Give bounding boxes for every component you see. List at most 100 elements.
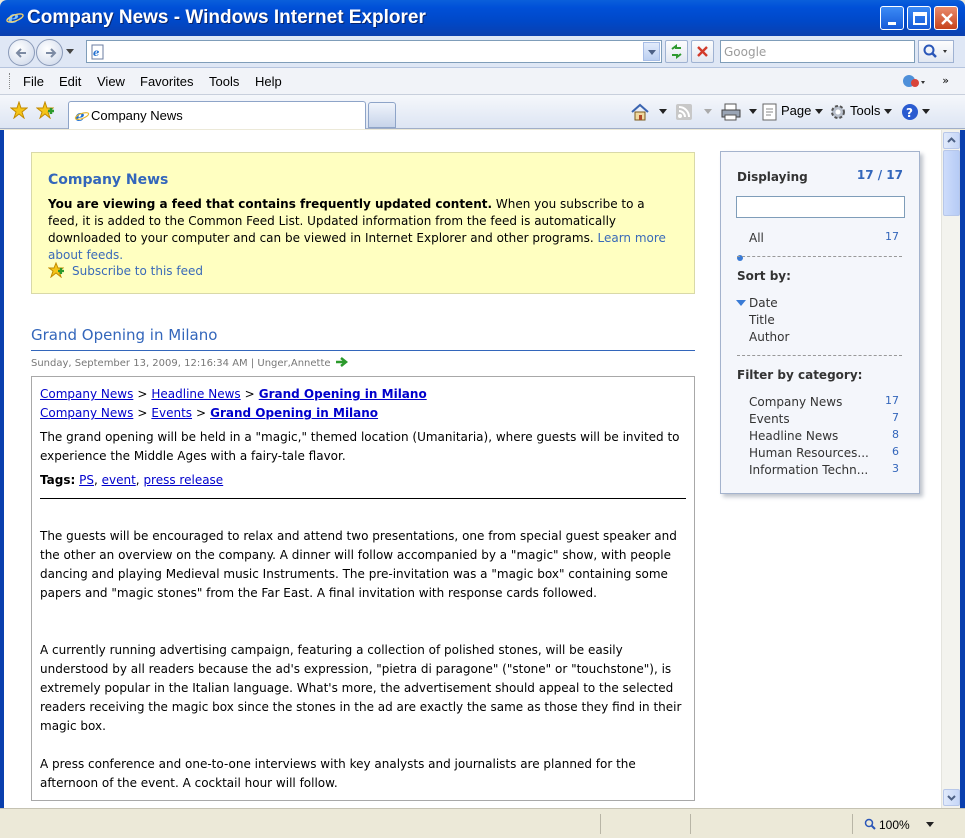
- feed-description-bold: You are viewing a feed that contains fre…: [48, 197, 492, 211]
- subscribe-link[interactable]: Subscribe to this feed: [72, 264, 203, 278]
- back-arrow-icon: [14, 45, 30, 61]
- tags-label: Tags:: [40, 473, 75, 487]
- svg-text:e: e: [93, 48, 99, 59]
- article-paragraph: A press conference and one-to-one interv…: [40, 755, 685, 793]
- ie-logo-icon: e: [6, 8, 24, 26]
- crumb-events[interactable]: Events: [151, 406, 192, 420]
- crumb-headline-news[interactable]: Headline News: [151, 387, 240, 401]
- crumb-article[interactable]: Grand Opening in Milano: [259, 387, 427, 401]
- article-title[interactable]: Grand Opening in Milano: [31, 326, 217, 344]
- close-window-button[interactable]: [934, 6, 958, 30]
- sort-date[interactable]: Date: [749, 296, 778, 310]
- forward-button[interactable]: [36, 39, 63, 66]
- menu-favorites[interactable]: Favorites: [140, 74, 193, 89]
- status-separator: [600, 814, 601, 834]
- tag-link[interactable]: PS: [79, 473, 94, 487]
- add-favorite-icon[interactable]: [36, 101, 54, 119]
- translate-icon[interactable]: [901, 72, 925, 90]
- vertical-scrollbar[interactable]: [941, 130, 960, 808]
- maximize-button[interactable]: [907, 6, 931, 30]
- category-company-news[interactable]: Company News: [749, 395, 869, 409]
- print-dropdown[interactable]: [749, 109, 757, 114]
- tag-link[interactable]: press release: [143, 473, 223, 487]
- filter-input[interactable]: [736, 196, 905, 218]
- divider: [737, 355, 902, 356]
- status-bar: 100%: [0, 808, 965, 838]
- tag-link[interactable]: event: [102, 473, 136, 487]
- feed-dropdown[interactable]: [704, 109, 712, 114]
- category-count: 17: [885, 394, 899, 407]
- scroll-down-button[interactable]: [943, 789, 960, 806]
- menu-view[interactable]: View: [97, 74, 125, 89]
- favorites-star-icon[interactable]: [10, 101, 28, 119]
- gear-icon: [829, 103, 847, 121]
- tab-company-news[interactable]: e Company News: [68, 101, 366, 129]
- tools-menu[interactable]: Tools: [850, 103, 892, 118]
- sort-title[interactable]: Title: [749, 313, 775, 327]
- article-body: Company News>Headline News>Grand Opening…: [31, 376, 695, 801]
- divider: [737, 256, 902, 257]
- stop-button[interactable]: [691, 40, 714, 63]
- window-title: Company News - Windows Internet Explorer: [27, 7, 426, 29]
- filter-all[interactable]: All: [749, 231, 764, 245]
- category-information-technology[interactable]: Information Techn...: [749, 463, 869, 477]
- category-count: 6: [892, 445, 899, 458]
- sort-author[interactable]: Author: [749, 330, 789, 344]
- chevron-down-icon: [944, 790, 959, 805]
- address-dropdown-button[interactable]: [643, 42, 660, 61]
- article-meta-text: Sunday, September 13, 2009, 12:16:34 AM …: [31, 358, 331, 369]
- menu-help[interactable]: Help: [255, 74, 282, 89]
- search-button[interactable]: [918, 40, 954, 63]
- page-icon: e: [90, 44, 106, 60]
- svg-text:e: e: [75, 107, 85, 123]
- help-dropdown[interactable]: [922, 109, 930, 114]
- more-chevron-icon[interactable]: »: [942, 74, 949, 87]
- tools-menu-label: Tools: [850, 103, 880, 118]
- crumb-company-news[interactable]: Company News: [40, 406, 133, 420]
- crumb-separator: >: [137, 387, 147, 401]
- menu-edit[interactable]: Edit: [59, 74, 81, 89]
- page-menu[interactable]: Page: [781, 103, 823, 118]
- subscribe-star-icon: [48, 262, 64, 278]
- feed-icon[interactable]: [676, 104, 692, 120]
- category-count: 8: [892, 428, 899, 441]
- menu-tools[interactable]: Tools: [209, 74, 239, 89]
- search-input[interactable]: Google: [720, 40, 915, 63]
- new-tab-button[interactable]: [368, 102, 396, 128]
- refresh-icon: [666, 41, 687, 62]
- go-arrow-icon[interactable]: [335, 356, 349, 368]
- status-separator: [852, 814, 853, 834]
- help-icon[interactable]: ?: [901, 103, 919, 121]
- scroll-thumb[interactable]: [943, 150, 960, 216]
- filter-all-count: 17: [885, 230, 899, 243]
- article-intro: The grand opening will be held in a "mag…: [40, 428, 685, 466]
- displaying-label: Displaying: [737, 170, 808, 184]
- zoom-icon: [864, 818, 876, 830]
- menu-bar: File Edit View Favorites Tools Help »: [0, 68, 965, 95]
- crumb-company-news[interactable]: Company News: [40, 387, 133, 401]
- address-input[interactable]: e: [86, 40, 662, 63]
- tools-menu-dropdown-icon: [884, 109, 892, 114]
- minimize-button[interactable]: [880, 6, 904, 30]
- recent-pages-dropdown[interactable]: [66, 49, 74, 54]
- refresh-button[interactable]: [665, 40, 688, 63]
- category-headline-news[interactable]: Headline News: [749, 429, 869, 443]
- home-dropdown[interactable]: [659, 109, 667, 114]
- print-icon[interactable]: [721, 103, 741, 121]
- scroll-up-button[interactable]: [943, 132, 960, 149]
- zoom-level[interactable]: 100%: [879, 818, 910, 832]
- category-events[interactable]: Events: [749, 412, 869, 426]
- subscribe-row: Subscribe to this feed: [48, 262, 203, 278]
- crumb-article[interactable]: Grand Opening in Milano: [210, 406, 378, 420]
- search-icon: [919, 41, 953, 62]
- sort-by-label: Sort by:: [737, 269, 791, 283]
- divider: [40, 498, 686, 499]
- article-tags: Tags: PS, event, press release: [40, 473, 223, 487]
- menu-file[interactable]: File: [23, 74, 44, 89]
- zoom-dropdown[interactable]: [926, 822, 934, 827]
- svg-text:?: ?: [906, 106, 913, 120]
- address-toolbar: e Google: [0, 36, 965, 68]
- category-human-resources[interactable]: Human Resources...: [749, 446, 869, 460]
- home-icon[interactable]: [630, 103, 650, 121]
- back-button[interactable]: [8, 39, 35, 66]
